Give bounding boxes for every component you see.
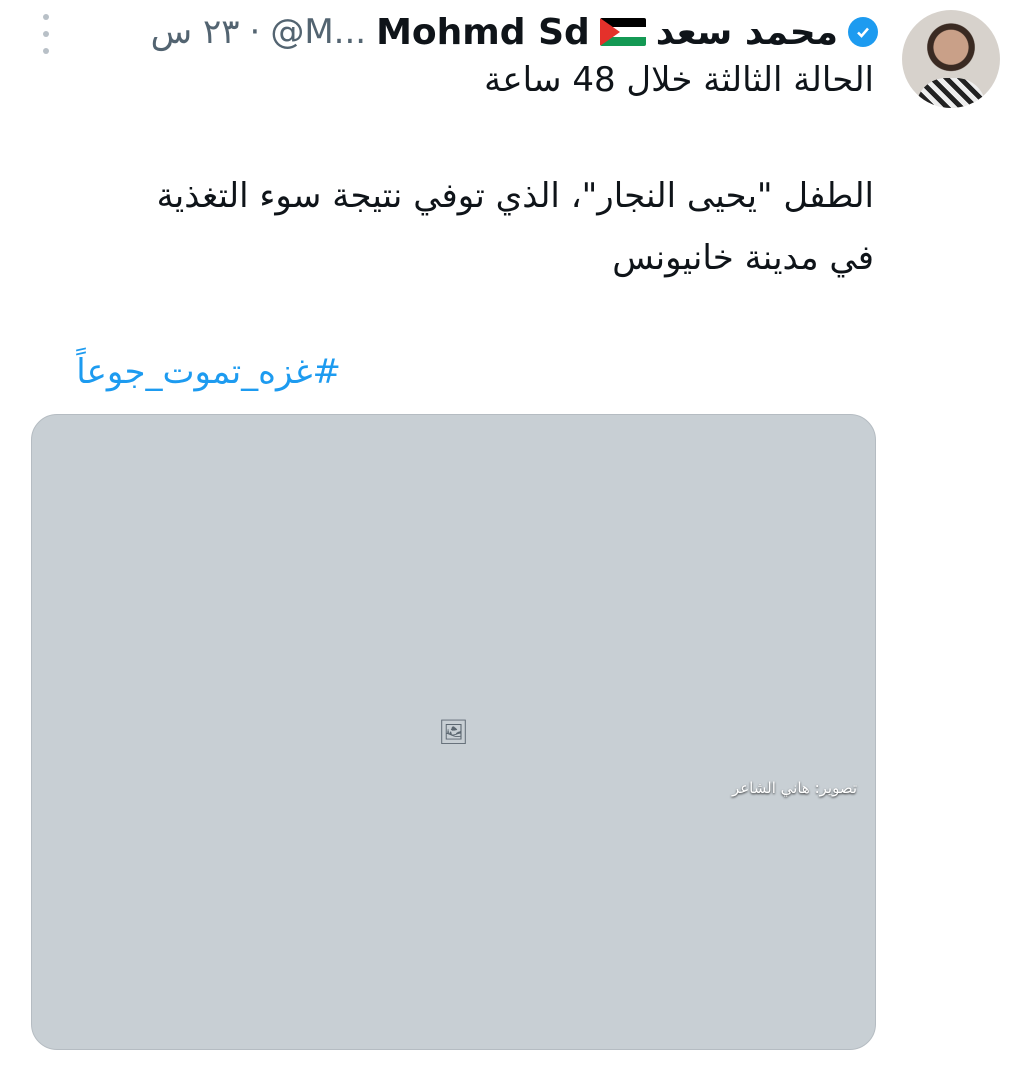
photo-credit: تصوير: هاني الشاعر (731, 779, 857, 797)
photo-placeholder: 🖼 (438, 718, 469, 746)
verified-badge-icon (848, 17, 878, 47)
tweet-text-line-2: الطفل "يحيى النجار"، الذي توفي نتيجة سوء… (156, 176, 874, 216)
avatar[interactable] (902, 10, 1000, 108)
hashtag-link[interactable]: #غزه_تموت_جوعاً (76, 350, 341, 394)
more-options-icon[interactable] (34, 14, 58, 54)
palestine-flag-icon (599, 18, 646, 46)
tweet-header: محمد سعد Mohmd Sd @M... · ٢٣ س (151, 6, 878, 58)
timestamp[interactable]: ٢٣ س (151, 12, 240, 52)
display-name-latin[interactable]: Mohmd Sd (376, 12, 590, 53)
display-name[interactable]: محمد سعد (656, 12, 838, 53)
separator-dot: · (249, 12, 261, 52)
tweet-text-line-1: الحالة الثالثة خلال 48 ساعة (484, 60, 874, 100)
tweet-photo[interactable]: 🖼 تصوير: هاني الشاعر (31, 414, 876, 1050)
tweet-text-line-3: في مدينة خانيونس (612, 238, 874, 278)
user-handle[interactable]: @M... (270, 12, 366, 52)
